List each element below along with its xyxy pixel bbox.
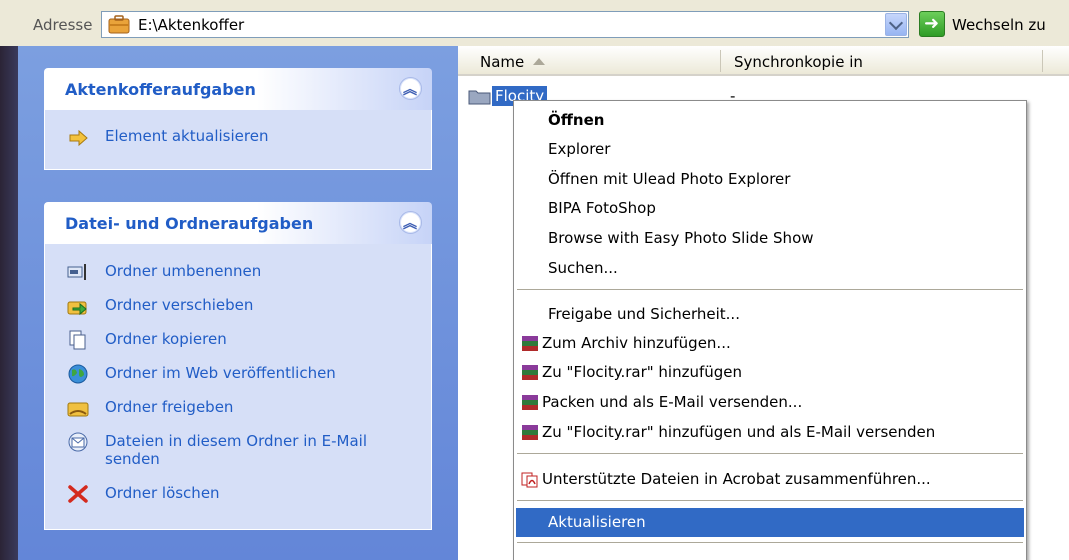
task-rename-folder[interactable]: Ordner umbenennen [45, 262, 261, 280]
acrobat-icon [521, 472, 538, 488]
menu-item-label: Browse with Easy Photo Slide Show [548, 229, 814, 247]
menu-item-open-with-ulead[interactable]: Öffnen mit Ulead Photo Explorer [516, 165, 1024, 194]
web-publish-icon [68, 364, 88, 384]
menu-item-easy-photo-slideshow[interactable]: Browse with Easy Photo Slide Show [516, 224, 1024, 253]
menu-separator [517, 542, 1023, 543]
collapse-icon[interactable] [399, 77, 422, 100]
panel-title: Aktenkofferaufgaben [65, 80, 256, 99]
task-label[interactable]: Element aktualisieren [105, 127, 268, 145]
file-tasks-header[interactable]: Datei- und Ordneraufgaben [44, 202, 432, 244]
move-icon [67, 301, 87, 316]
winrar-icon [522, 395, 538, 410]
delete-icon [68, 485, 88, 503]
folder-icon [468, 90, 491, 105]
rename-icon [67, 264, 86, 280]
menu-separator [517, 500, 1023, 501]
column-separator[interactable] [720, 50, 721, 72]
task-label[interactable]: Ordner kopieren [105, 330, 227, 348]
menu-item-acrobat-combine[interactable]: Unterstützte Dateien in Acrobat zusammen… [516, 465, 1024, 494]
menu-item-label: Aktualisieren [548, 513, 646, 531]
task-share-folder[interactable]: Ordner freigeben [45, 398, 233, 417]
briefcase-tasks-body: Element aktualisieren [44, 110, 432, 170]
menu-item-label: Packen und als E-Mail versenden... [542, 393, 803, 411]
menu-separator [517, 289, 1023, 290]
window-edge [0, 0, 22, 46]
briefcase-tasks-header[interactable]: Aktenkofferaufgaben [44, 68, 432, 110]
task-label[interactable]: Ordner freigeben [105, 398, 233, 416]
task-move-folder[interactable]: Ordner verschieben [45, 296, 253, 316]
panel-title: Datei- und Ordneraufgaben [65, 214, 314, 233]
menu-item-label: Unterstützte Dateien in Acrobat zusammen… [542, 470, 931, 488]
copy-icon [69, 330, 86, 350]
file-tasks-panel: Datei- und Ordneraufgaben Ordner umbenen… [44, 202, 432, 530]
sort-ascending-icon [533, 58, 546, 65]
menu-item-search[interactable]: Suchen... [516, 254, 1024, 283]
address-label: Adresse [33, 16, 93, 34]
task-publish-folder[interactable]: Ordner im Web veröffentlichen [45, 364, 336, 384]
context-menu: Öffnen Explorer Öffnen mit Ulead Photo E… [513, 100, 1027, 560]
task-label[interactable]: Ordner verschieben [105, 296, 253, 314]
menu-item-bipa-fotoshop[interactable]: BIPA FotoShop [516, 194, 1024, 223]
menu-item-sharing-security[interactable]: Freigabe und Sicherheit... [516, 300, 1024, 329]
share-icon [67, 402, 89, 417]
task-copy-folder[interactable]: Ordner kopieren [45, 330, 227, 350]
green-arrow-icon[interactable] [919, 11, 945, 37]
address-field[interactable]: E:\Aktenkoffer [101, 11, 909, 38]
menu-item-pack-and-email[interactable]: Packen und als E-Mail versenden... [516, 388, 1024, 417]
task-label[interactable]: Ordner umbenennen [105, 262, 261, 280]
task-label[interactable]: Ordner löschen [105, 484, 220, 502]
file-tasks-body: Ordner umbenennen Ordner verschieben Ord… [44, 244, 432, 530]
menu-item-explorer[interactable]: Explorer [516, 135, 1024, 164]
winrar-icon [522, 365, 538, 380]
task-label[interactable]: Ordner im Web veröffentlichen [105, 364, 336, 382]
briefcase-tasks-panel: Aktenkofferaufgaben Element aktualisiere… [44, 68, 432, 170]
menu-item-add-to-rar-and-email[interactable]: Zu "Flocity.rar" hinzufügen und als E-Ma… [516, 418, 1024, 447]
menu-item-label: Freigabe und Sicherheit... [548, 305, 740, 323]
menu-item-refresh[interactable]: Aktualisieren [516, 508, 1024, 537]
task-pane: Aktenkofferaufgaben Element aktualisiere… [0, 46, 458, 560]
column-header-label: Name [480, 53, 525, 71]
menu-item-label: BIPA FotoShop [548, 199, 656, 217]
menu-item-label: Öffnen mit Ulead Photo Explorer [548, 170, 791, 188]
task-email-folder[interactable]: Dateien in diesem Ordner in E-Mail sende… [45, 432, 375, 468]
menu-separator [517, 453, 1023, 454]
column-header-sync[interactable]: Synchronkopie in [734, 53, 863, 71]
menu-item-label: Explorer [548, 140, 611, 158]
menu-item-add-to-archive[interactable]: Zum Archiv hinzufügen... [516, 329, 1024, 358]
menu-item-add-to-rar[interactable]: Zu "Flocity.rar" hinzufügen [516, 358, 1024, 387]
collapse-icon[interactable] [399, 211, 422, 234]
menu-item-label: Suchen... [548, 259, 618, 277]
task-label[interactable]: Dateien in diesem Ordner in E-Mail sende… [105, 432, 367, 468]
address-path[interactable]: E:\Aktenkoffer [138, 16, 244, 34]
briefcase-folder-icon [108, 15, 130, 34]
address-bar: Adresse E:\Aktenkoffer Wechseln zu [0, 0, 1069, 46]
go-button-label[interactable]: Wechseln zu [952, 16, 1046, 34]
email-icon [68, 432, 88, 452]
menu-item-open[interactable]: Öffnen [516, 106, 1024, 135]
winrar-icon [522, 425, 538, 440]
task-element-aktualisieren[interactable]: Element aktualisieren [45, 127, 431, 147]
menu-item-label: Zu "Flocity.rar" hinzufügen [542, 363, 743, 381]
update-icon [69, 129, 88, 147]
address-dropdown-button[interactable] [885, 13, 907, 36]
pane-dark-edge [0, 46, 18, 560]
menu-item-label: Zum Archiv hinzufügen... [542, 334, 731, 352]
menu-item-label: Öffnen [548, 111, 605, 129]
menu-item-label: Zu "Flocity.rar" hinzufügen und als E-Ma… [542, 423, 936, 441]
column-separator[interactable] [1042, 50, 1043, 72]
column-header-name[interactable]: Name [480, 53, 546, 71]
task-delete-folder[interactable]: Ordner löschen [45, 484, 220, 503]
winrar-icon [522, 336, 538, 351]
column-header-bar: Name Synchronkopie in [458, 46, 1069, 76]
